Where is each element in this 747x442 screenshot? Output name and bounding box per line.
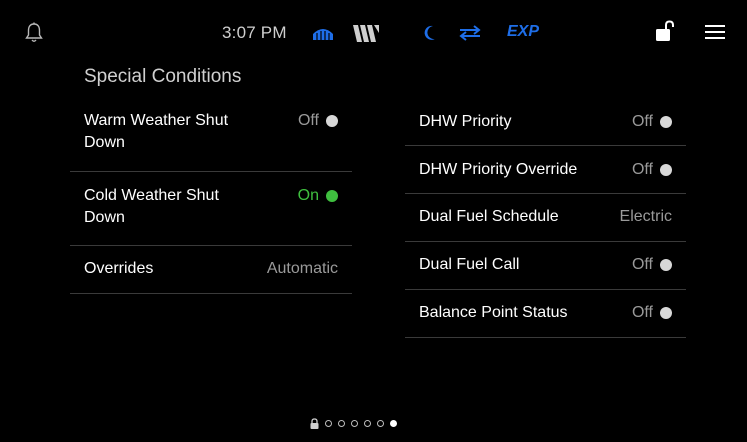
setting-label: Cold Weather Shut Down <box>84 187 219 226</box>
padlock-icon[interactable] <box>310 418 319 429</box>
clock-time: 3:07 PM <box>222 23 287 42</box>
page-dot[interactable] <box>325 420 332 427</box>
setting-label: Overrides <box>84 260 154 277</box>
setting-label: Warm Weather Shut Down <box>84 112 229 151</box>
setting-value: Off <box>632 302 672 324</box>
setting-label: Dual Fuel Call <box>419 256 520 273</box>
setting-value-text: Off <box>631 113 653 130</box>
setting-value: Automatic <box>267 258 338 280</box>
setting-value-text: Automatic <box>266 260 338 277</box>
page-dot[interactable] <box>364 420 371 427</box>
setting-row-dual-fuel-call[interactable]: Dual Fuel Call Off <box>405 242 686 290</box>
setting-row-overrides[interactable]: Overrides Automatic <box>70 246 352 294</box>
moon-icon[interactable] <box>424 25 436 46</box>
top-status-bar: 3:07 PM EXP <box>0 0 747 62</box>
boiler-w-icon[interactable] <box>353 25 379 47</box>
setting-row-dhw-priority-override[interactable]: DHW Priority Override Off <box>405 146 686 194</box>
setting-value-text: Off <box>631 304 653 321</box>
setting-label: Balance Point Status <box>419 304 568 321</box>
page-title: Special Conditions <box>84 66 242 87</box>
on-indicator-dot <box>326 190 338 202</box>
page-indicator <box>310 418 397 429</box>
off-indicator-dot <box>326 115 338 127</box>
hamburger-menu-icon[interactable] <box>705 24 725 45</box>
heat-dome-icon[interactable] <box>312 25 334 46</box>
exchange-arrows-icon[interactable] <box>459 25 481 46</box>
setting-label: Dual Fuel Schedule <box>419 208 559 225</box>
off-indicator-dot <box>660 259 672 271</box>
setting-value-text: Off <box>631 256 653 273</box>
page-dot[interactable] <box>377 420 384 427</box>
setting-row-balance-point-status[interactable]: Balance Point Status Off <box>405 290 686 338</box>
setting-value: Off <box>298 110 338 132</box>
setting-value: Off <box>632 111 672 133</box>
setting-value-text: Electric <box>619 208 672 225</box>
setting-label: DHW Priority <box>419 113 512 130</box>
off-indicator-dot <box>660 164 672 176</box>
setting-value: Off <box>632 254 672 276</box>
setting-row-dual-fuel-schedule[interactable]: Dual Fuel Schedule Electric <box>405 194 686 242</box>
page-dot[interactable] <box>351 420 358 427</box>
setting-row-cold-weather-shut-down[interactable]: Cold Weather Shut Down On <box>70 172 352 246</box>
setting-value-text: On <box>297 187 319 204</box>
page-dot-active[interactable] <box>390 420 397 427</box>
setting-value-text: Off <box>631 161 653 178</box>
page-dot[interactable] <box>338 420 345 427</box>
setting-label: DHW Priority Override <box>419 161 578 178</box>
off-indicator-dot <box>660 307 672 319</box>
left-settings-list: Warm Weather Shut Down Off Cold Weather … <box>70 98 352 294</box>
setting-row-warm-weather-shut-down[interactable]: Warm Weather Shut Down Off <box>70 98 352 172</box>
right-settings-list: DHW Priority Off DHW Priority Override O… <box>405 98 686 338</box>
setting-row-dhw-priority[interactable]: DHW Priority Off <box>405 98 686 146</box>
setting-value: On <box>298 185 338 207</box>
bell-icon[interactable] <box>25 22 43 49</box>
unlock-icon[interactable] <box>655 20 675 47</box>
setting-value: Electric <box>620 206 672 228</box>
setting-value: Off <box>632 159 672 181</box>
exp-mode-label[interactable]: EXP <box>507 23 539 41</box>
setting-value-text: Off <box>297 112 319 129</box>
off-indicator-dot <box>660 116 672 128</box>
